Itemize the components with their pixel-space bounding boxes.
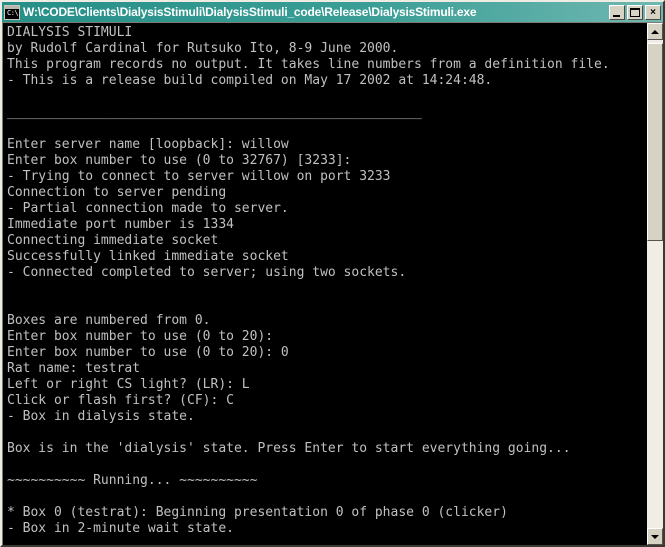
console-line: Enter box number to use (0 to 20): 0 bbox=[7, 345, 289, 360]
scroll-down-button[interactable] bbox=[647, 528, 663, 545]
scroll-up-button[interactable] bbox=[647, 23, 663, 40]
console-output: DIALYSIS STIMULI by Rudolf Cardinal for R… bbox=[3, 23, 646, 545]
console-line: Rat name: testrat bbox=[7, 361, 141, 376]
console-line: - Box in 2-minute wait state. bbox=[7, 521, 234, 536]
console-line: ~~~~~~~~~~ Running... ~~~~~~~~~~ bbox=[7, 473, 258, 488]
console-line: Enter server name [loopback]: willow bbox=[7, 137, 289, 152]
scroll-up-arrow-icon bbox=[651, 29, 659, 34]
client-area: DIALYSIS STIMULI by Rudolf Cardinal for R… bbox=[2, 22, 663, 545]
console-line: - This is a release build compiled on Ma… bbox=[7, 73, 493, 88]
window-title: W:\CODE\Clients\DialysisStimuli\Dialysis… bbox=[23, 5, 477, 19]
console-line: * Box 0 (testrat): Beginning presentatio… bbox=[7, 505, 508, 520]
console-line: This program records no output. It takes… bbox=[7, 57, 610, 72]
console-line: - Box in dialysis state. bbox=[7, 409, 195, 424]
minimize-icon bbox=[613, 14, 620, 17]
console-line: Connection to server pending bbox=[7, 185, 227, 200]
close-button[interactable]: × bbox=[645, 4, 661, 20]
console-line: - Partial connection made to server. bbox=[7, 201, 289, 216]
maximize-button[interactable] bbox=[627, 4, 643, 20]
console-prompt-icon[interactable]: C:\ bbox=[4, 4, 20, 20]
title-bar[interactable]: C:\ W:\CODE\Clients\DialysisStimuli\Dial… bbox=[2, 2, 663, 22]
vertical-scrollbar[interactable] bbox=[646, 23, 663, 545]
console-line: - Trying to connect to server willow on … bbox=[7, 169, 391, 184]
console-line: ________________________________________… bbox=[7, 105, 422, 120]
console-line: by Rudolf Cardinal for Rutsuko Ito, 8-9 … bbox=[7, 41, 399, 56]
window-controls: × bbox=[609, 4, 661, 20]
maximize-icon bbox=[630, 7, 640, 17]
console-line: Immediate port number is 1334 bbox=[7, 217, 234, 232]
console-line: Connecting immediate socket bbox=[7, 233, 219, 248]
console-line: Enter box number to use (0 to 32767) [32… bbox=[7, 153, 352, 168]
scrollbar-thumb[interactable] bbox=[647, 43, 663, 241]
icon-prompt-glyph: C:\ bbox=[7, 8, 19, 17]
console-line: Click or flash first? (CF): C bbox=[7, 393, 234, 408]
console-line: Enter box number to use (0 to 20): bbox=[7, 329, 274, 344]
console-line: Box is in the 'dialysis' state. Press En… bbox=[7, 441, 571, 456]
console-line: - Connected completed to server; using t… bbox=[7, 265, 407, 280]
console-window: C:\ W:\CODE\Clients\DialysisStimuli\Dial… bbox=[0, 0, 665, 547]
console-line: Successfully linked immediate socket bbox=[7, 249, 289, 264]
console-line: Left or right CS light? (LR): L bbox=[7, 377, 250, 392]
minimize-button[interactable] bbox=[609, 4, 625, 20]
console-line: Boxes are numbered from 0. bbox=[7, 313, 211, 328]
console-line: DIALYSIS STIMULI bbox=[7, 25, 133, 40]
close-icon: × bbox=[650, 6, 656, 18]
scroll-down-arrow-icon bbox=[651, 534, 659, 539]
scrollbar-track[interactable] bbox=[647, 40, 663, 528]
